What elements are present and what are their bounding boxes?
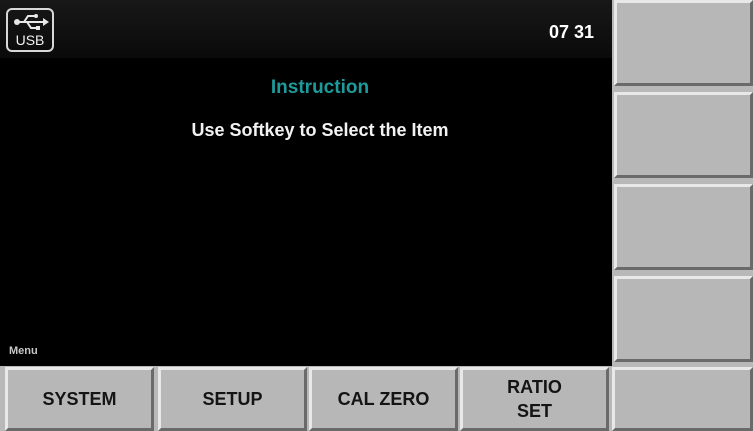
display-screen: USB 07 31 Instruction Use Softkey to Sel…	[0, 0, 612, 366]
system-softkey[interactable]: SYSTEM	[5, 367, 154, 431]
clock-time: 07 31	[548, 22, 594, 42]
cal-zero-softkey[interactable]: CAL ZERO	[309, 367, 458, 431]
menu-caption: Menu	[9, 345, 38, 357]
side-softkey-1[interactable]	[614, 0, 753, 86]
usb-label: USB	[15, 32, 45, 48]
setup-softkey[interactable]: SETUP	[158, 367, 307, 431]
status-bar: USB 07 31	[0, 0, 612, 58]
side-softkey-4[interactable]	[614, 276, 753, 362]
usb-trident-icon	[14, 14, 49, 30]
usb-icon: USB	[6, 8, 54, 52]
side-softkey-3[interactable]	[614, 184, 753, 270]
instruction-title: Instruction	[270, 77, 370, 98]
bottom-softkey-5[interactable]	[612, 367, 753, 431]
ratio-set-softkey[interactable]: RATIO SET	[460, 367, 609, 431]
instruction-message: Use Softkey to Select the Item	[191, 120, 449, 140]
side-softkey-2[interactable]	[614, 92, 753, 178]
